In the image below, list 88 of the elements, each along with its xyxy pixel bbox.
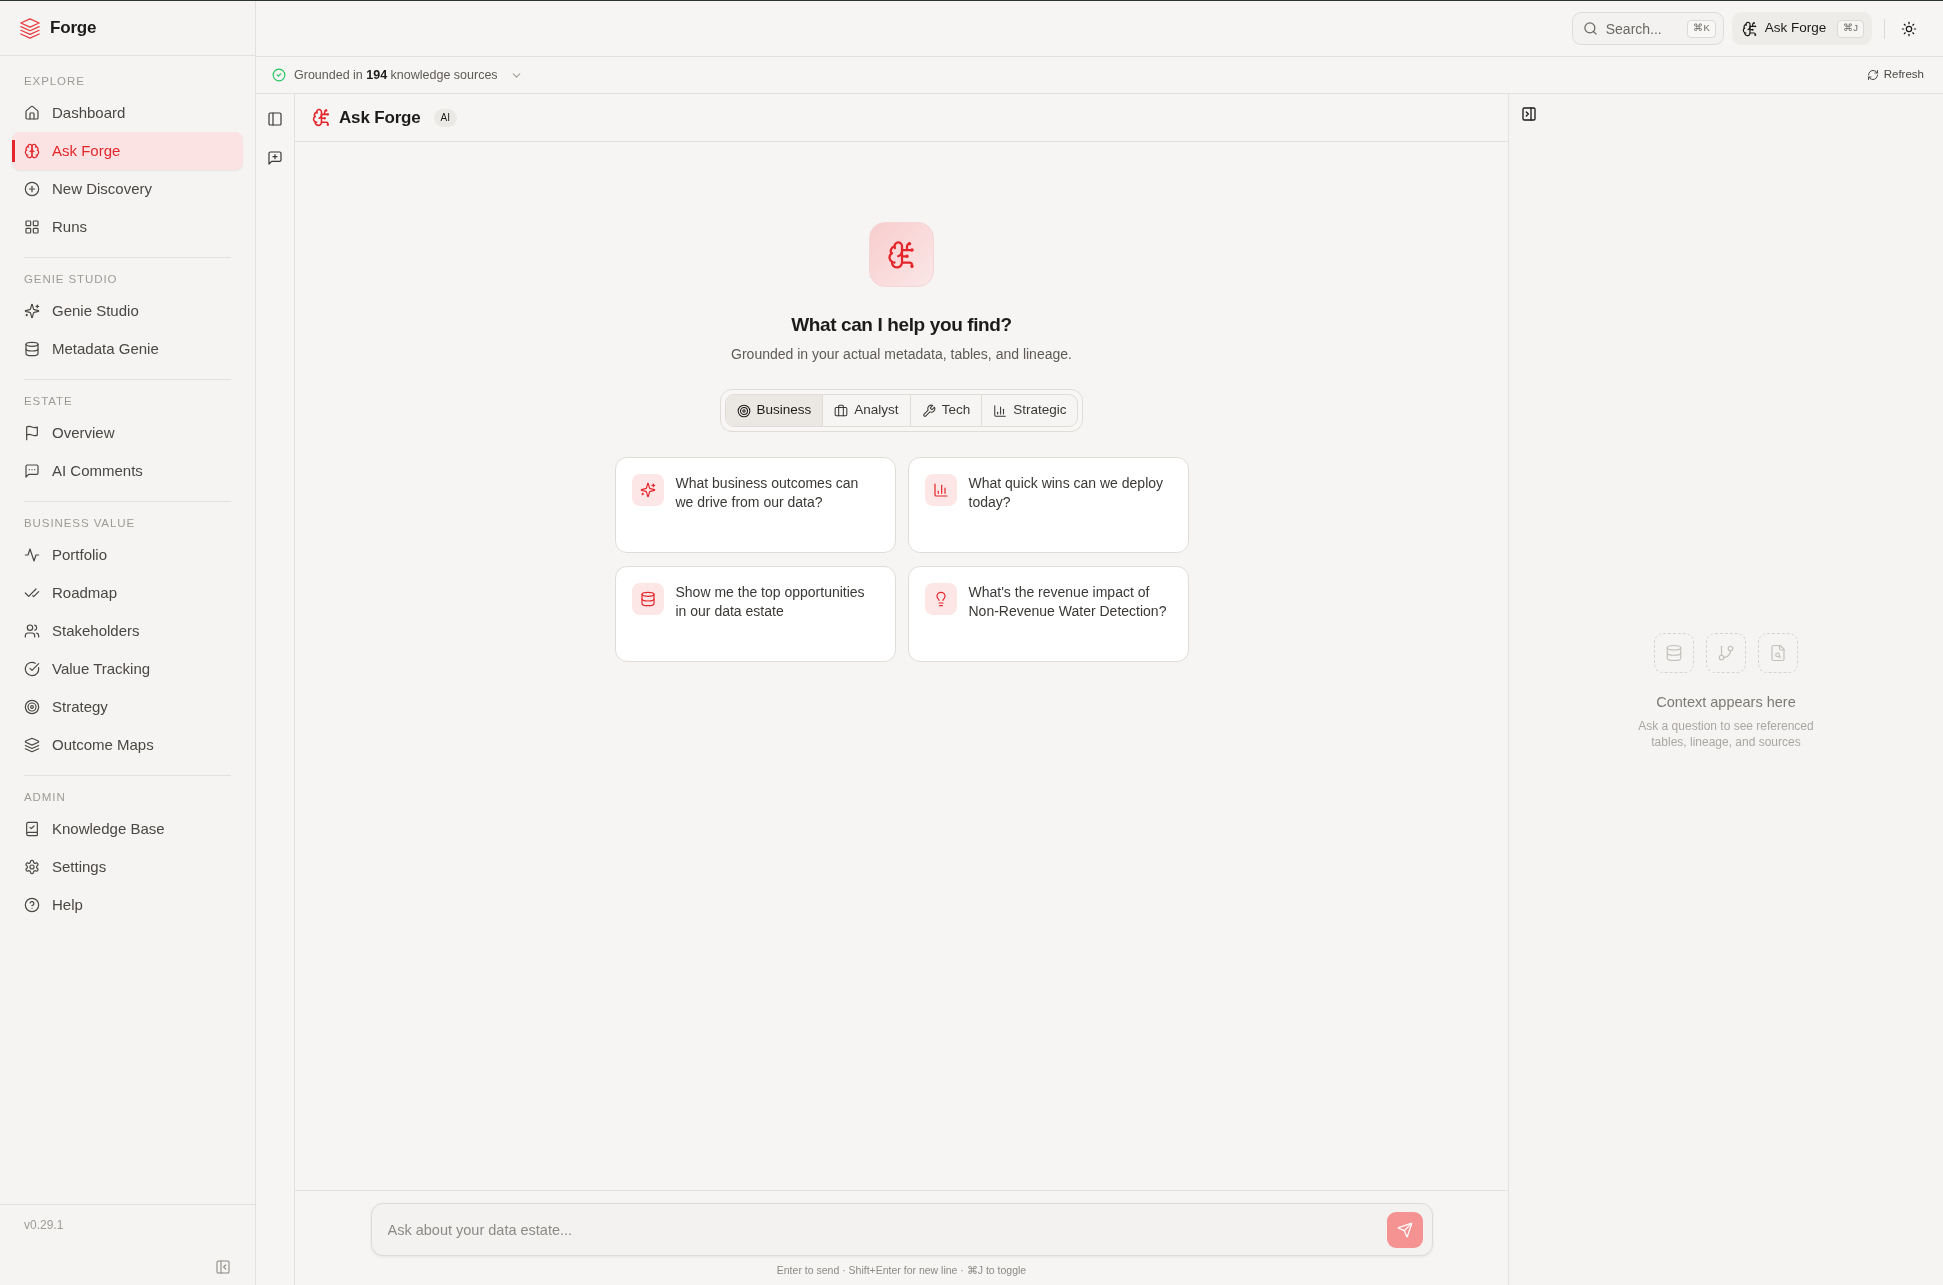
toggle-context-panel-button[interactable] (1520, 105, 1538, 123)
panel-right-icon (1521, 106, 1537, 122)
check-circle-icon (24, 661, 40, 677)
home-icon (24, 105, 40, 121)
panel-collapse-icon (215, 1259, 231, 1275)
sources-dropdown[interactable]: Grounded in 194 knowledge sources (272, 65, 523, 85)
bar-chart-icon (993, 403, 1008, 418)
mode-tab[interactable]: Tech (909, 395, 982, 426)
chat-title: Ask Forge (339, 106, 421, 129)
section-label: EXPLORE (23, 74, 86, 89)
sidebar-item[interactable]: Dashboard (12, 94, 243, 132)
sidebar-item[interactable]: Overview (12, 414, 243, 452)
ai-badge: AI (433, 108, 458, 127)
target-icon (24, 699, 40, 715)
plus-circle-icon (24, 181, 40, 197)
message-plus-icon (267, 150, 283, 166)
sidebar-item[interactable]: New Discovery (12, 170, 243, 208)
wrench-icon (921, 403, 936, 418)
suggestion-card[interactable]: What's the revenue impact of Non-Revenue Water Detection? (907, 566, 1189, 662)
sidebar-item[interactable]: Runs (12, 208, 243, 246)
users-icon (24, 623, 40, 639)
sidebar-item[interactable]: Ask Forge (12, 132, 243, 170)
sun-icon (1901, 20, 1917, 37)
target-icon (736, 403, 751, 418)
file-search-icon (1758, 633, 1798, 673)
settings-icon (24, 859, 40, 875)
refresh-button[interactable]: Refresh (1866, 66, 1924, 84)
send-icon (1396, 1221, 1413, 1238)
brain-circuit-icon (1741, 20, 1758, 37)
mode-tab[interactable]: Strategic (981, 395, 1078, 426)
ask-forge-button[interactable]: Ask Forge ⌘J (1731, 12, 1872, 45)
sparkles-icon (631, 474, 664, 506)
mode-tab[interactable]: Analyst (822, 395, 910, 426)
bar-chart-icon (924, 474, 957, 506)
collapse-sidebar-button[interactable] (214, 1258, 232, 1276)
brain-icon (24, 143, 40, 159)
section-label: GENIE STUDIO (23, 272, 119, 287)
chat-bubble-icon (24, 463, 40, 479)
check-circle-icon (272, 68, 286, 82)
lightbulb-icon (924, 583, 957, 615)
sidebar-item[interactable]: Value Tracking (12, 650, 243, 688)
refresh-icon (1866, 69, 1879, 81)
mode-tab[interactable]: Business (725, 395, 823, 426)
help-icon (24, 897, 40, 913)
sidebar-item[interactable]: Genie Studio (12, 292, 243, 330)
suggestion-card[interactable]: What business outcomes can we drive from our data? (614, 457, 896, 553)
shortcut-key: ⌘J (1837, 19, 1864, 38)
sidebar-item[interactable]: Portfolio (12, 536, 243, 574)
sidebar-item[interactable]: Stakeholders (12, 612, 243, 650)
context-title: Context appears here (1656, 693, 1796, 712)
layers-icon (24, 737, 40, 753)
database-icon (631, 583, 664, 615)
book-check-icon (24, 821, 40, 837)
brain-circuit-icon (869, 222, 934, 287)
sidebar-item[interactable]: Knowledge Base (12, 810, 243, 848)
search-field[interactable]: Search... ⌘K (1571, 12, 1724, 45)
flag-icon (24, 425, 40, 441)
briefcase-icon (834, 403, 849, 418)
search-input[interactable]: Search... (1605, 13, 1680, 44)
search-icon (1582, 21, 1598, 36)
layers-logo-icon (19, 17, 41, 39)
section-label: ADMIN (23, 790, 67, 805)
sidebar-item[interactable]: Settings (12, 848, 243, 886)
sidebar-item[interactable]: Strategy (12, 688, 243, 726)
chat-subheading: Grounded in your actual metadata, tables, and lineage. (731, 345, 1072, 364)
section-label: BUSINESS VALUE (23, 516, 137, 531)
version-label: v0.29.1 (24, 1217, 64, 1233)
shortcut-key: ⌘K (1687, 19, 1716, 38)
grid-icon (24, 219, 40, 235)
keyboard-hint: Enter to send · Shift+Enter for new line · ⌘J to toggle (776, 1263, 1027, 1277)
sidebar-item[interactable]: Metadata Genie (12, 330, 243, 368)
database-icon (1654, 633, 1694, 673)
section-label: ESTATE (23, 394, 74, 409)
sidebar-item[interactable]: Help (12, 886, 243, 924)
brain-circuit-icon (312, 108, 331, 127)
app-name: Forge (50, 17, 97, 40)
database-icon (24, 341, 40, 357)
sidebar-panel-icon (267, 111, 283, 127)
sidebar-item[interactable]: AI Comments (12, 452, 243, 490)
pulse-line-icon (24, 547, 40, 563)
context-subtitle: Ask a question to see referenced tables, lineage, and sources (1637, 718, 1815, 750)
branch-icon (1706, 633, 1746, 673)
sidebar-item[interactable]: Outcome Maps (12, 726, 243, 764)
chat-heading: What can I help you find? (791, 313, 1012, 337)
suggestion-card[interactable]: Show me the top opportunities in our data estate (614, 566, 896, 662)
sparkles-icon (24, 303, 40, 319)
suggestion-card[interactable]: What quick wins can we deploy today? (907, 457, 1189, 553)
sidebar-item[interactable]: Roadmap (12, 574, 243, 612)
